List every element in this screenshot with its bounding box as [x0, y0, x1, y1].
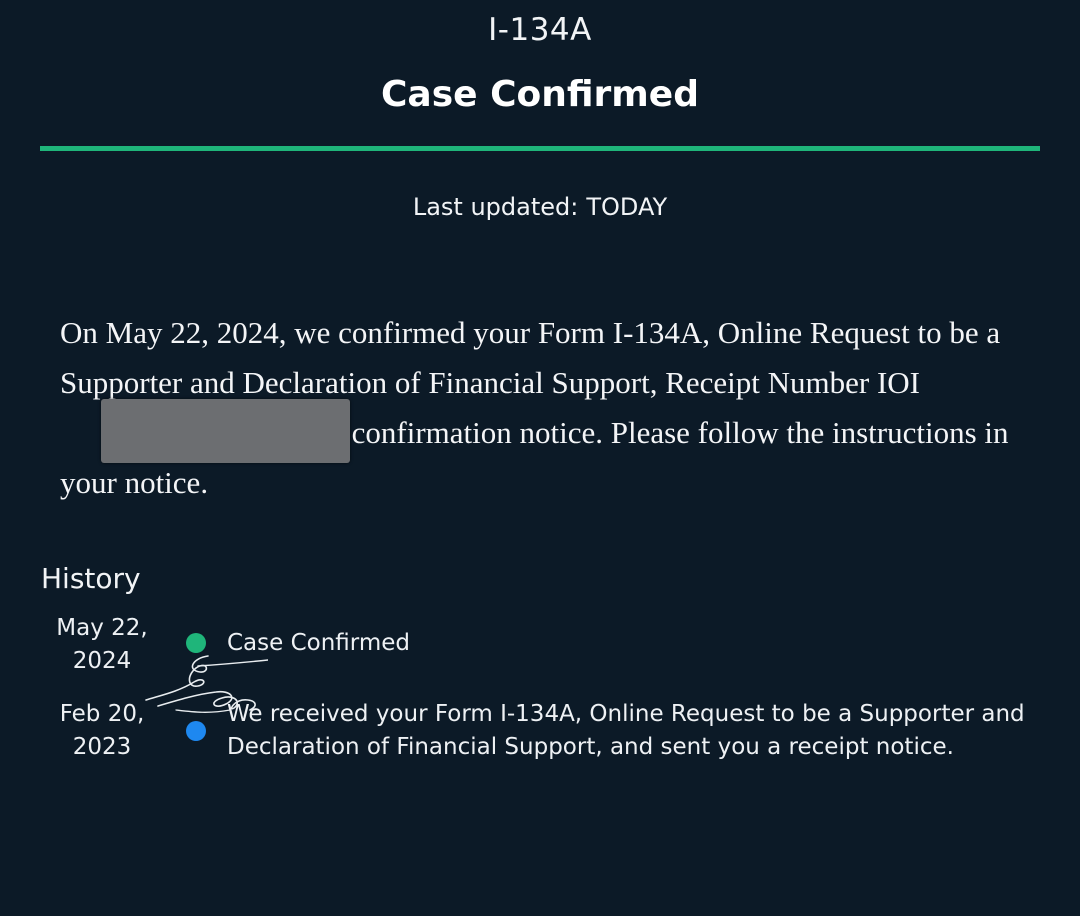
last-updated-value: TODAY	[586, 193, 668, 221]
redaction-box	[101, 399, 350, 463]
signature-scribble	[145, 655, 268, 713]
last-updated-label: Last updated:	[412, 193, 579, 221]
history-title: History	[41, 562, 141, 595]
status-progress-bar	[40, 146, 1040, 151]
history-date-line: May 22,	[56, 615, 148, 641]
last-updated: Last updated: TODAY	[0, 193, 1080, 221]
history-date-line: 2023	[72, 734, 132, 760]
history-event-text: We received your Form I-134A, Online Req…	[227, 701, 1025, 760]
history-event-text: Case Confirmed	[227, 630, 411, 656]
description-text-start: On May 22, 2024, we confirmed your Form …	[60, 315, 1001, 400]
case-status-title: Case Confirmed	[380, 74, 699, 115]
form-id: I-134A	[488, 12, 592, 48]
